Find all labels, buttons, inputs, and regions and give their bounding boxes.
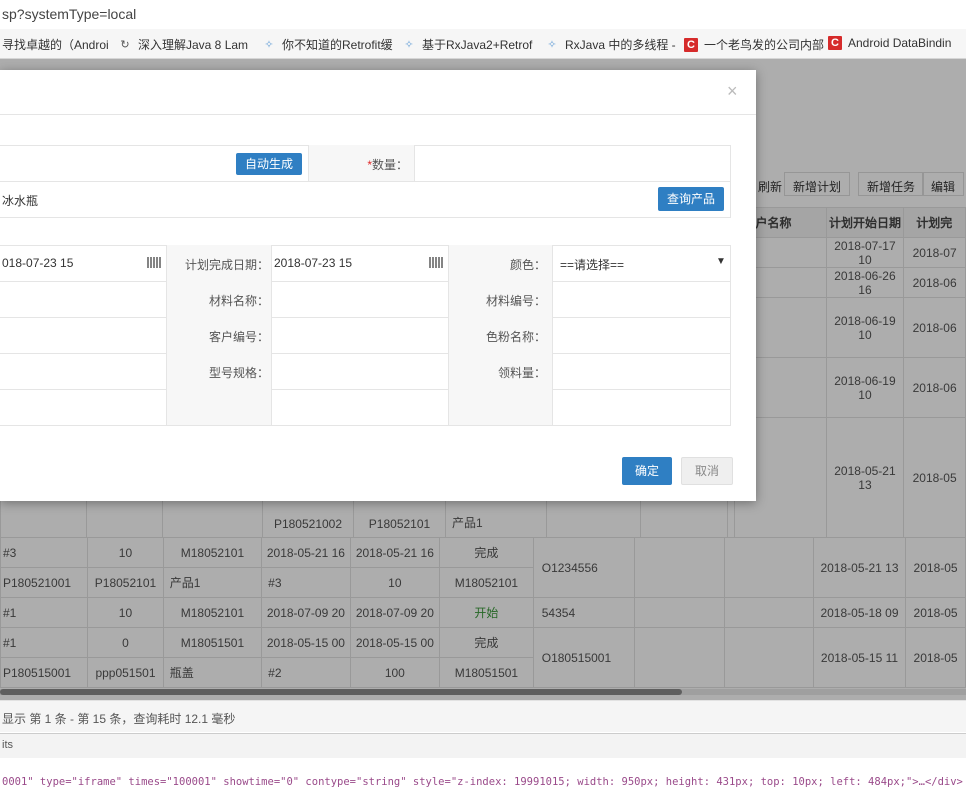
bookmark-label: 你不知道的Retrofit缓 (282, 38, 393, 52)
bookmark-4[interactable]: ✧ 基于RxJava2+Retrof (402, 36, 532, 53)
query-product-button[interactable]: 查询产品 (658, 187, 724, 211)
bookmark-label: Android DataBindin (848, 36, 952, 50)
bookmark-label: 一个老鸟发的公司内部 (704, 38, 825, 52)
quantity-input[interactable] (414, 146, 729, 180)
customer-number-label: 客户编号： (208, 330, 269, 344)
bookmark-label: 深入理解Java 8 Lam (138, 38, 249, 52)
csdn-icon: C (684, 37, 698, 52)
pigment-name-label: 色粉名称： (485, 330, 546, 344)
pagination-status: 显示 第 1 条 - 第 15 条，查询耗时 12.1 毫秒 (0, 700, 966, 732)
bookmark-6[interactable]: C 一个老鸟发的公司内部 (684, 36, 824, 53)
devtools-tabs: its (0, 733, 966, 759)
status-text: 显示 第 1 条 - 第 15 条，查询耗时 12.1 毫秒 (2, 712, 236, 726)
form-line (0, 389, 731, 390)
rss-icon: ✧ (547, 38, 557, 51)
code-line[interactable]: 0001" type="iframe" times="100001" showt… (2, 776, 963, 788)
plan-end-date-label: 计划完成日期： (184, 258, 269, 272)
quantity-label: *数量： (367, 158, 408, 172)
bookmark-7[interactable]: C Android DataBindin (828, 36, 951, 50)
close-icon[interactable]: × (727, 81, 738, 102)
color-select[interactable]: ==请选择== (560, 256, 624, 273)
bookmark-label: 基于RxJava2+Retrof (422, 38, 533, 52)
form-line (0, 217, 731, 218)
url-text: sp?systemType=local (2, 6, 137, 22)
form-line (0, 425, 731, 426)
modal-header-divider (0, 114, 756, 115)
material-number-label: 材料编号： (485, 294, 546, 308)
calendar-icon[interactable] (429, 257, 443, 268)
cancel-button[interactable]: 取消 (681, 457, 733, 485)
plan-start-date[interactable]: 018-07-23 15 (2, 256, 73, 270)
devtools-tab[interactable]: its (2, 739, 13, 751)
calendar-icon[interactable] (147, 257, 161, 268)
product-value[interactable]: 冰水瓶 (2, 192, 38, 209)
color-label: 颜色： (509, 258, 546, 272)
plan-end-date[interactable]: 2018-07-23 15 (274, 256, 352, 270)
modal-dialog: × 自动生成 *数量： 冰水瓶 查询产品 018-07-23 15 计划完成日期… (0, 70, 756, 501)
bookmark-label: 寻找卓越的（Androi (2, 38, 109, 52)
bookmark-5[interactable]: ✧ RxJava 中的多线程 - (545, 36, 676, 53)
material-name-label: 材料名称： (208, 294, 269, 308)
confirm-button[interactable]: 确定 (622, 457, 672, 485)
chevron-down-icon[interactable]: ▼ (716, 256, 726, 267)
bookmark-1[interactable]: 寻找卓越的（Androi (2, 36, 109, 53)
form-line (0, 281, 731, 282)
bookmarks-bar: 寻找卓越的（Androi ↻ 深入理解Java 8 Lam ✧ 你不知道的Ret… (0, 29, 966, 59)
model-spec-label: 型号规格： (208, 366, 269, 380)
form-line (0, 353, 731, 354)
address-bar[interactable]: sp?systemType=local (0, 0, 966, 30)
link-icon: ↻ (120, 38, 130, 51)
auto-generate-button[interactable]: 自动生成 (236, 153, 302, 175)
form-line (0, 245, 731, 246)
pick-quantity-label: 领料量： (497, 366, 546, 380)
rss-icon: ✧ (404, 38, 414, 51)
bookmark-2[interactable]: ↻ 深入理解Java 8 Lam (118, 36, 248, 53)
rss-icon: ✧ (264, 38, 274, 51)
csdn-icon: C (828, 36, 842, 50)
devtools-code: 0001" type="iframe" times="100001" showt… (0, 758, 966, 802)
form-line (0, 317, 731, 318)
form-line (0, 181, 731, 182)
bookmark-3[interactable]: ✧ 你不知道的Retrofit缓 (262, 36, 393, 53)
bookmark-label: RxJava 中的多线程 - (565, 38, 676, 52)
